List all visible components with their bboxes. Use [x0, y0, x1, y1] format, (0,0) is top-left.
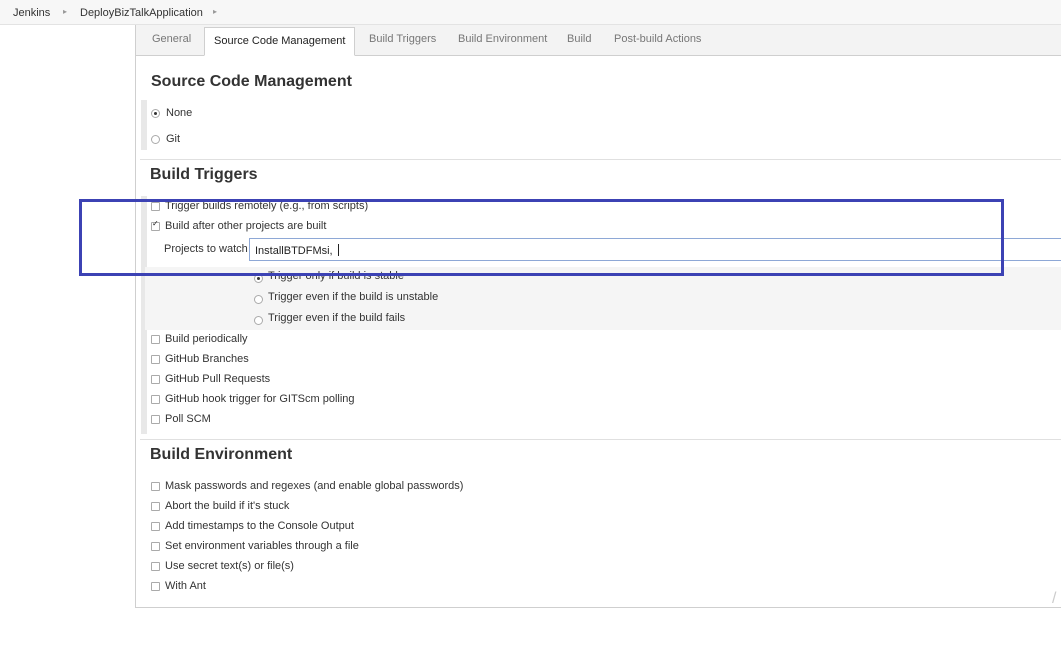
radio-icon[interactable] [254, 295, 263, 304]
checkbox-icon[interactable] [151, 582, 160, 591]
env-option-label: Mask passwords and regexes (and enable g… [165, 480, 464, 492]
tab-general[interactable]: General [152, 33, 191, 45]
section-divider [140, 159, 1061, 160]
checkbox-icon[interactable] [151, 415, 160, 424]
checkbox-icon[interactable] [151, 522, 160, 531]
trigger-option-label: GitHub Branches [165, 353, 249, 365]
corner-mark: / [1052, 590, 1057, 607]
checkbox-icon[interactable] [151, 542, 160, 551]
radio-selected-icon[interactable] [254, 274, 263, 283]
checkbox-checked-icon[interactable] [151, 219, 160, 231]
breadcrumb: Jenkins ▸ DeployBizTalkApplication ▸ [0, 0, 1061, 25]
projects-to-watch-label: Projects to watch [164, 243, 248, 255]
trigger-stable-label: Trigger only if build is stable [268, 270, 404, 282]
breadcrumb-jenkins-link[interactable]: Jenkins [13, 7, 50, 19]
projects-to-watch-value: InstallBTDFMsi, [255, 245, 336, 257]
env-option-label: Add timestamps to the Console Output [165, 520, 354, 532]
trigger-option-label: GitHub Pull Requests [165, 373, 271, 385]
trigger-fails-label: Trigger even if the build fails [268, 312, 406, 324]
projects-to-watch-input[interactable]: InstallBTDFMsi, [249, 238, 1061, 261]
checkbox-icon[interactable] [151, 335, 160, 344]
env-option-label: Abort the build if it's stuck [165, 500, 290, 512]
text-caret [337, 244, 339, 256]
breadcrumb-separator-icon[interactable]: ▸ [63, 7, 67, 16]
breadcrumb-separator-icon[interactable]: ▸ [213, 7, 217, 16]
checkbox-icon[interactable] [151, 562, 160, 571]
build-environment-section-title: Build Environment [150, 446, 293, 463]
trigger-unstable-label: Trigger even if the build is unstable [268, 291, 439, 303]
tab-build-triggers[interactable]: Build Triggers [369, 33, 436, 45]
checkbox-icon[interactable] [151, 395, 160, 404]
radio-selected-icon[interactable] [151, 109, 160, 118]
env-option-label: Set environment variables through a file [165, 540, 359, 552]
config-tab-bar: General Source Code Management Build Tri… [136, 25, 1061, 56]
checkbox-icon[interactable] [151, 375, 160, 384]
trigger-option-label: Build periodically [165, 333, 248, 345]
tab-post-build-actions[interactable]: Post-build Actions [614, 33, 701, 45]
scm-option-git-label: Git [166, 133, 181, 145]
scm-option-none-label: None [166, 107, 193, 119]
radio-icon[interactable] [151, 135, 160, 144]
radio-icon[interactable] [254, 316, 263, 325]
checkbox-icon[interactable] [151, 502, 160, 511]
trigger-after-other-label: Build after other projects are built [165, 220, 327, 232]
trigger-option-label: GitHub hook trigger for GITScm polling [165, 393, 355, 405]
tab-build[interactable]: Build [567, 33, 591, 45]
checkbox-icon[interactable] [151, 355, 160, 364]
trigger-option-label: Poll SCM [165, 413, 211, 425]
env-option-label: With Ant [165, 580, 206, 592]
scm-section-title: Source Code Management [151, 73, 352, 90]
trigger-remote-label: Trigger builds remotely (e.g., from scri… [165, 200, 369, 212]
tab-build-environment[interactable]: Build Environment [458, 33, 547, 45]
breadcrumb-job-link[interactable]: DeployBizTalkApplication [80, 7, 203, 19]
env-option-label: Use secret text(s) or file(s) [165, 560, 294, 572]
tab-source-code-management[interactable]: Source Code Management [204, 27, 356, 56]
section-indent-bar [141, 100, 147, 150]
build-triggers-section-title: Build Triggers [150, 166, 258, 183]
checkbox-icon[interactable] [151, 202, 160, 211]
checkbox-icon[interactable] [151, 482, 160, 491]
section-divider [140, 439, 1061, 440]
